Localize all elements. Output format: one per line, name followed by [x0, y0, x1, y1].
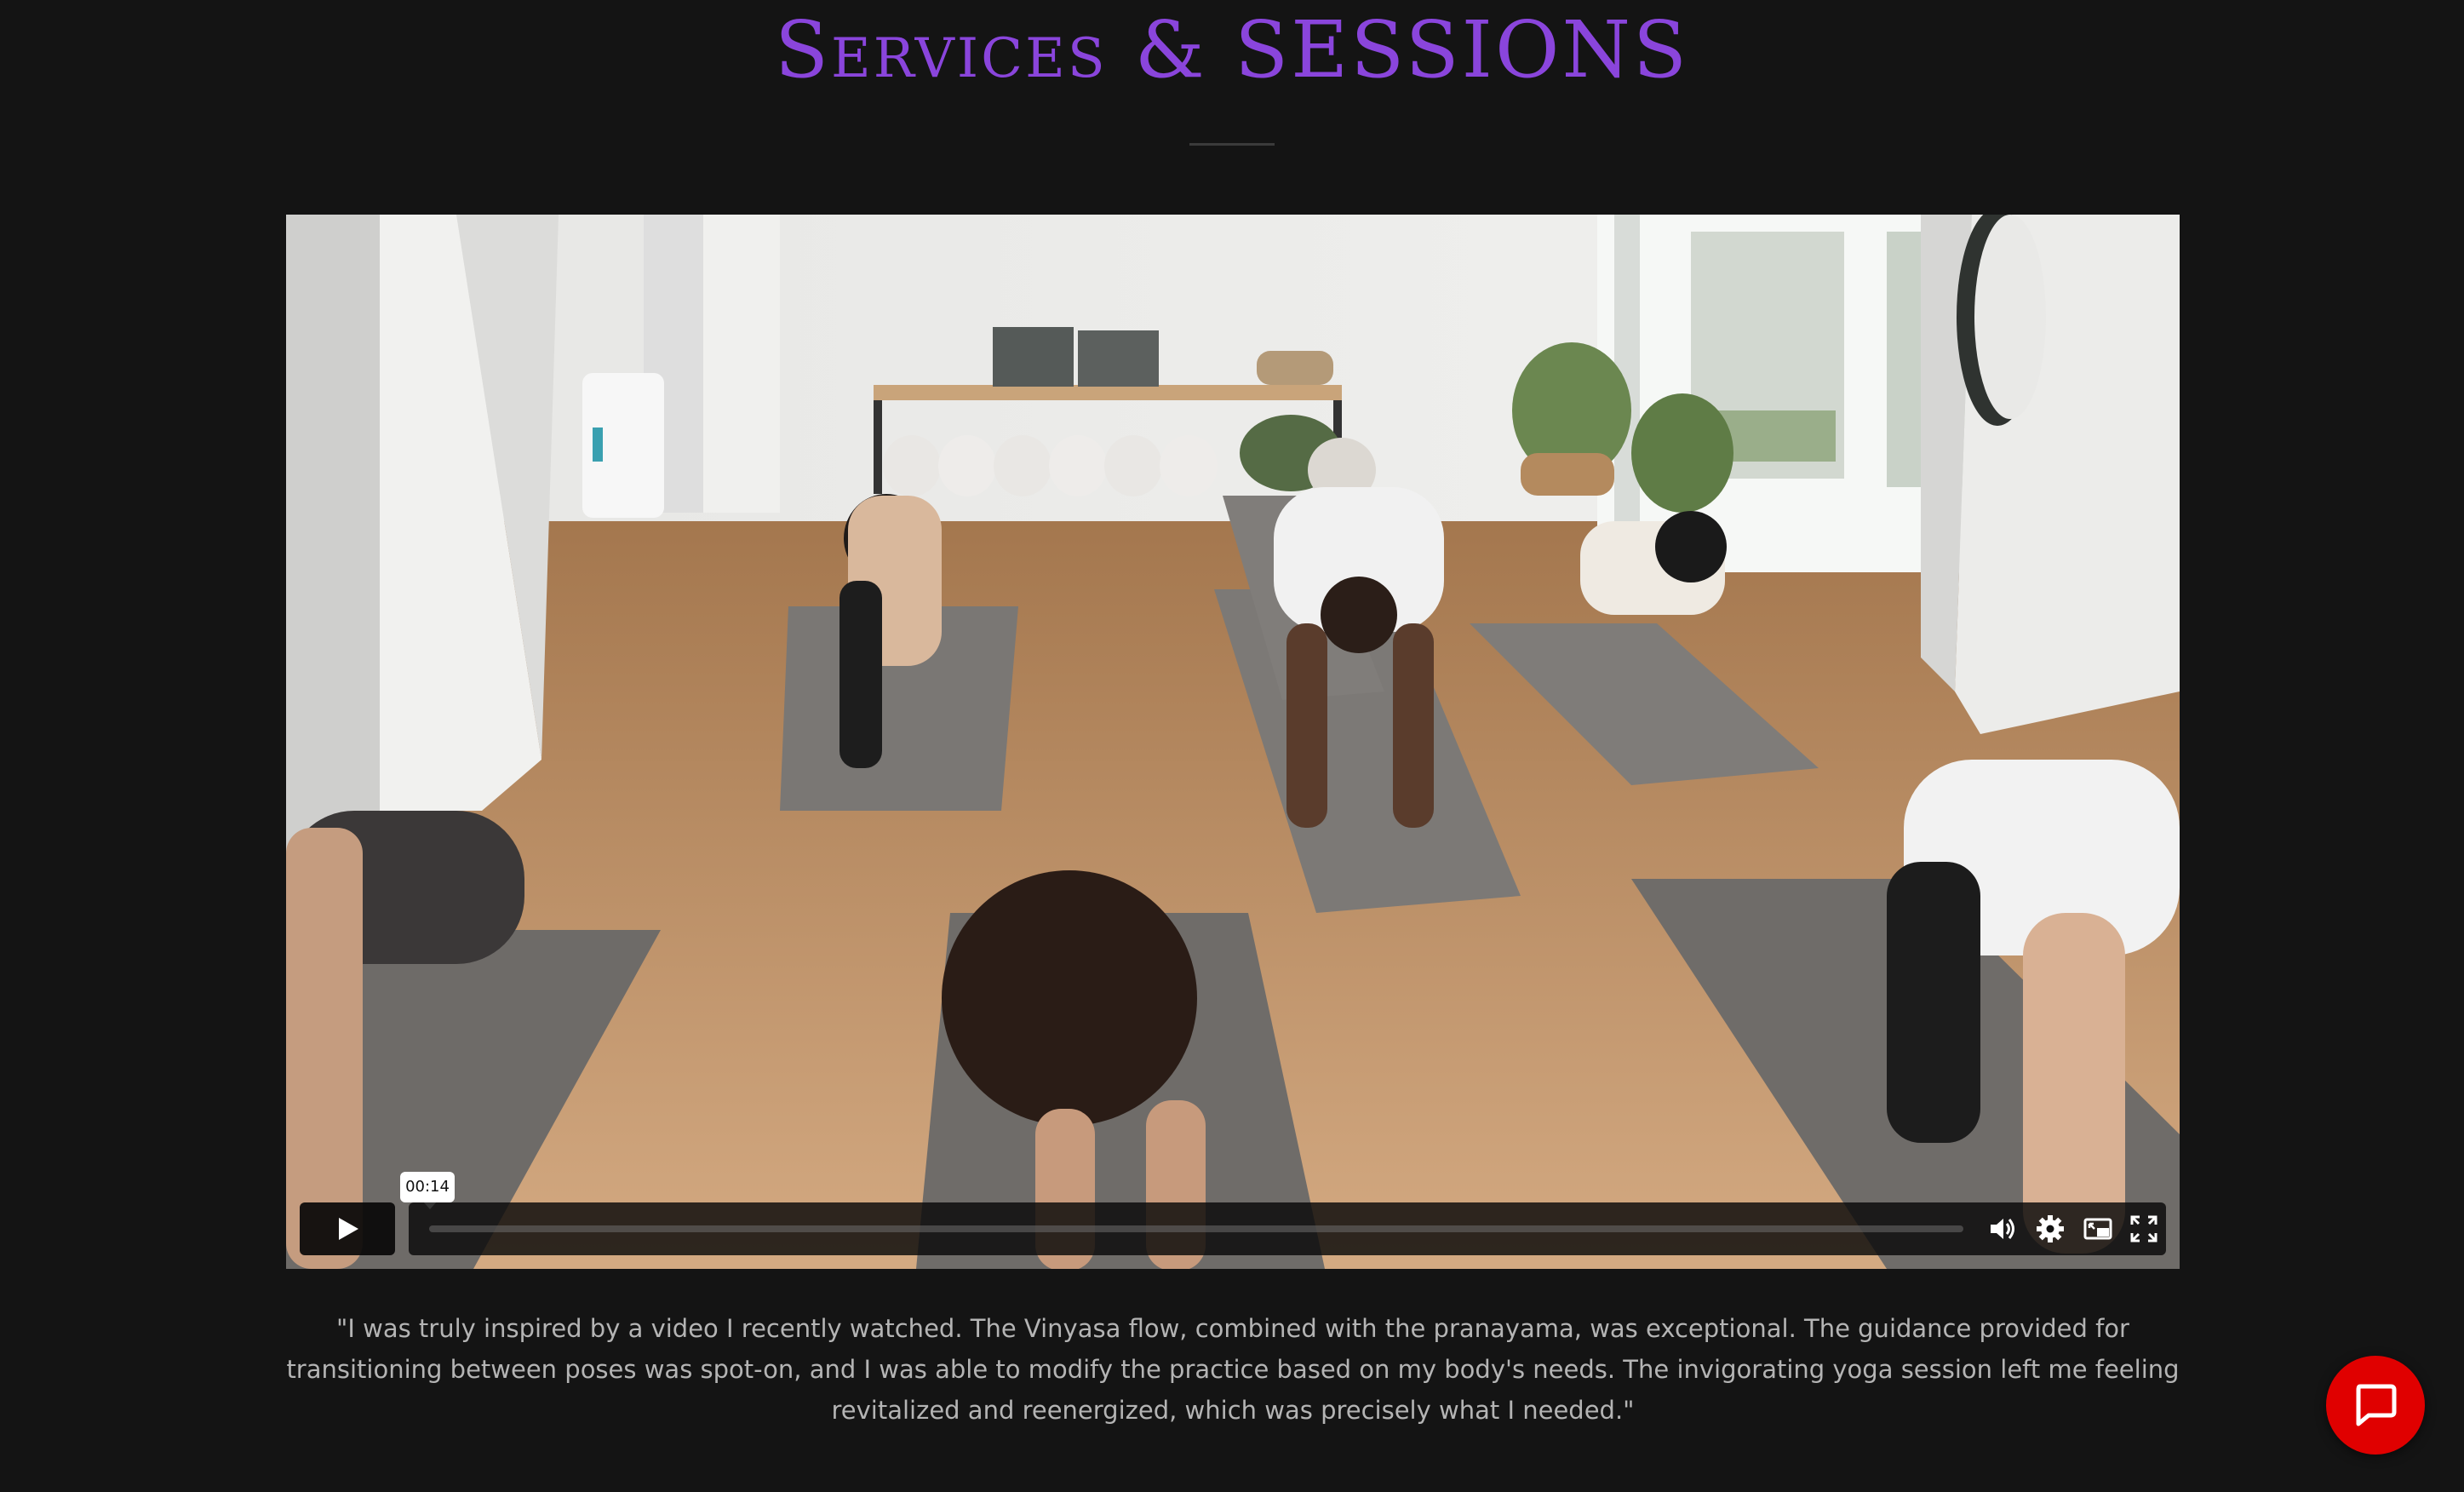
control-bar [409, 1202, 2166, 1255]
title-divider [1189, 143, 1275, 146]
picture-in-picture-icon[interactable] [2083, 1214, 2113, 1244]
play-button[interactable] [300, 1202, 395, 1255]
chat-bubble-icon [2356, 1384, 2397, 1426]
gear-icon[interactable] [2035, 1214, 2066, 1244]
video-player[interactable]: 00:14 [286, 215, 2180, 1269]
fullscreen-icon[interactable] [2129, 1214, 2159, 1244]
volume-icon[interactable] [1987, 1214, 2018, 1244]
video-controls [300, 1202, 2166, 1255]
testimonial-quote: "I was truly inspired by a video I recen… [286, 1314, 2180, 1425]
play-icon [339, 1218, 358, 1240]
chat-button[interactable] [2326, 1356, 2425, 1455]
time-tooltip: 00:14 [400, 1172, 455, 1209]
video-frame [286, 215, 2180, 1269]
progress-bar[interactable] [429, 1225, 1963, 1232]
page-title: Services & SESSIONS [775, 4, 1689, 95]
